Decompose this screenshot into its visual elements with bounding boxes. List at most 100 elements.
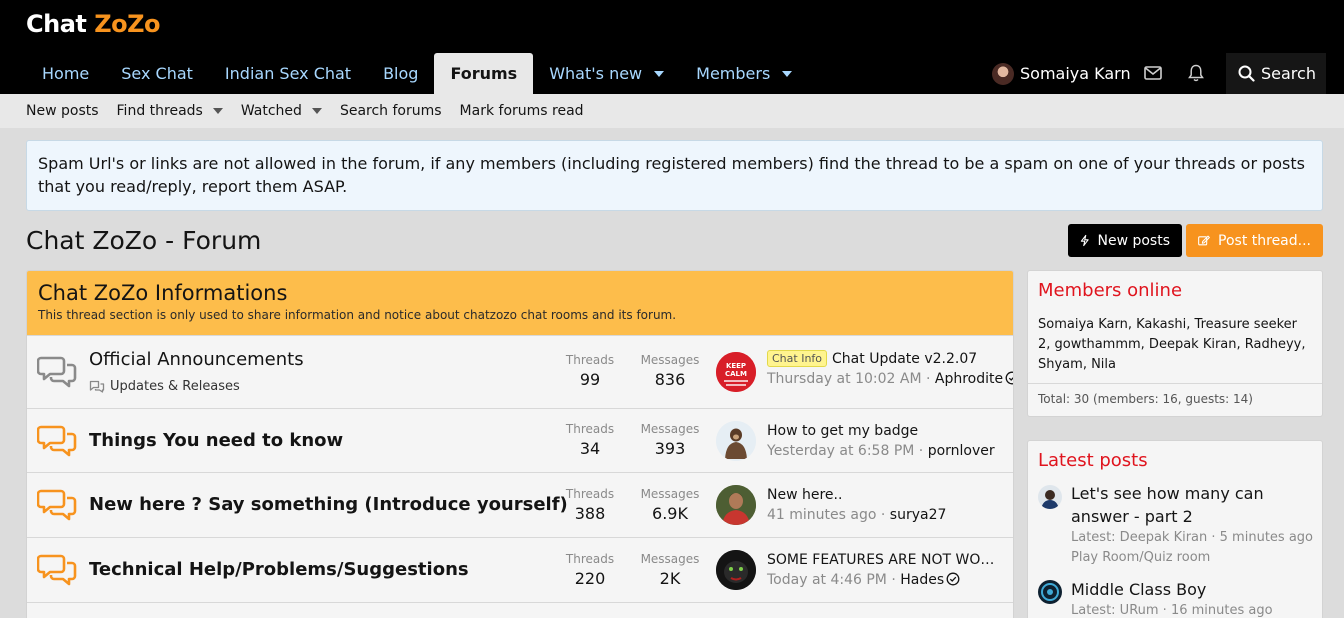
node-title[interactable]: New here ? Say something (Introduce your… [89,494,568,515]
nav-tab-whats-new[interactable]: What's new [533,53,680,94]
node-title[interactable]: Technical Help/Problems/Suggestions [89,559,469,580]
spam-notice: Spam Url's or links are not allowed in t… [26,140,1323,211]
verified-badge-icon [946,572,960,586]
messages-stat: Messages 836 [635,353,705,389]
page-title: Chat ZoZo - Forum [26,226,262,255]
subnav-new-posts[interactable]: New posts [26,103,99,119]
search-icon [1238,65,1255,82]
subnav-find-threads[interactable]: Find threads [117,103,223,119]
latest-thread-meta: Yesterday at 6:58 PM · pornlover [767,443,995,459]
stat-label: Messages [640,422,700,436]
site-logo[interactable]: Chat ZoZo [26,10,161,38]
latest-post-meta: Latest: Deepak Kiran · 5 minutes ago [1071,530,1313,545]
envelope-icon[interactable] [1142,62,1164,84]
nav-tab-label: Sex Chat [121,64,193,83]
threads-stat: Threads 220 [555,552,625,588]
category-title[interactable]: Chat ZoZo Informations [38,281,1002,305]
avatar[interactable] [716,421,756,461]
subnav-label: New posts [26,103,99,119]
forum-node-official-announcements: Official Announcements Updates & Release… [27,335,1013,408]
nav-tab-blog[interactable]: Blog [367,53,434,94]
members-online-block: Members online Somaiya Karn, Kakashi, Tr… [1027,270,1323,417]
latest-thread-time[interactable]: Yesterday at 6:58 PM [767,443,914,459]
stat-label: Threads [565,422,615,436]
latest-thread-time[interactable]: Thursday at 10:02 AM [767,371,922,387]
members-online-total-text: Total: 30 (members: 16, guests: 14) [1038,392,1253,406]
latest-thread-user[interactable]: pornlover [928,443,995,459]
chat-bubbles-icon [37,356,77,388]
lightning-icon [1080,234,1089,247]
latest-thread-title[interactable]: How to get my badge [767,423,918,439]
nav-tab-indian-sex-chat[interactable]: Indian Sex Chat [209,53,367,94]
subnav-mark-forums-read[interactable]: Mark forums read [460,103,584,119]
bell-icon[interactable] [1185,62,1207,84]
notice-text: Spam Url's or links are not allowed in t… [38,154,1305,196]
chat-bubbles-icon [37,554,77,586]
latest-post-title[interactable]: Let's see how many can answer - part 2 [1071,482,1322,528]
latest-thread-user[interactable]: Aphrodite [935,371,1003,387]
thread-prefix-badge: Chat Info [767,350,828,367]
search-button[interactable]: Search [1226,53,1326,94]
nav-tab-sex-chat[interactable]: Sex Chat [105,53,209,94]
stat-value: 393 [654,439,686,458]
stat-label: Messages [640,353,700,367]
messages-stat: Messages 2K [635,552,705,588]
chevron-down-icon[interactable] [212,108,223,114]
latest-thread-user[interactable]: surya27 [890,507,947,523]
latest-thread-time[interactable]: Today at 4:46 PM [767,572,887,588]
stat-value: 2K [659,569,681,588]
latest-thread-meta: Today at 4:46 PM · Hades [767,572,960,588]
subnav-label: Mark forums read [459,103,584,119]
latest-post-title[interactable]: Middle Class Boy [1071,578,1322,601]
stat-value: 836 [654,370,686,389]
subnav-label: Watched [240,103,302,119]
avatar[interactable]: KEEP CALM [716,352,756,392]
latest-thread-user[interactable]: Hades [900,572,944,588]
new-posts-button[interactable]: New posts [1068,224,1182,257]
post-thread-button[interactable]: Post thread... [1186,224,1323,257]
stat-label: Threads [565,552,615,566]
stat-value: 6.9K [652,504,688,523]
latest-thread-link[interactable]: Chat Info Chat Update v2.2.07 [767,350,977,367]
node-title[interactable]: Official Announcements [89,349,304,370]
chevron-down-icon[interactable] [654,70,665,77]
threads-stat: Threads 34 [555,422,625,458]
user-menu[interactable]: Somaiya Karn [992,53,1131,94]
chevron-down-icon[interactable] [782,70,793,77]
latest-thread-title[interactable]: New here.. [767,487,842,503]
svg-text:KEEP: KEEP [726,362,746,370]
nav-tab-forums[interactable]: Forums [434,53,534,94]
threads-stat: Threads 388 [555,487,625,523]
category-header: Chat ZoZo Informations This thread secti… [27,271,1013,335]
user-name: Somaiya Karn [1020,64,1131,83]
nav-tab-members[interactable]: Members [680,53,808,94]
subforum-link[interactable]: Updates & Releases [89,379,240,394]
latest-post-forum[interactable]: Play Room/Quiz room [1071,548,1322,568]
stat-value: 220 [574,569,606,588]
main-nav: Home Sex Chat Indian Sex Chat Blog Forum… [26,53,808,94]
latest-posts-title[interactable]: Latest posts [1028,441,1322,480]
edit-icon [1198,235,1210,246]
user-avatar [992,62,1014,85]
avatar[interactable] [716,550,756,590]
members-online-list[interactable]: Somaiya Karn, Kakashi, Treasure seeker 2… [1028,310,1322,383]
stat-value: 34 [579,439,601,458]
stat-label: Threads [565,353,615,367]
stat-label: Threads [565,487,615,501]
latest-thread-time[interactable]: 41 minutes ago [767,507,876,523]
nav-tab-home[interactable]: Home [26,53,105,94]
avatar[interactable] [716,485,756,525]
latest-thread-title[interactable]: SOME FEATURES ARE NOT WORKING [767,552,999,568]
messages-stat: Messages 6.9K [635,487,705,523]
chevron-down-icon[interactable] [311,108,322,114]
subnav-search-forums[interactable]: Search forums [340,103,442,119]
members-online-title[interactable]: Members online [1028,271,1322,310]
avatar[interactable] [1038,485,1062,509]
subnav-watched[interactable]: Watched [241,103,322,119]
forum-node-things-you-need-to-know: Things You need to know Threads 34 Messag… [27,408,1013,472]
avatar[interactable] [1038,580,1062,604]
verified-badge-icon [1005,371,1013,385]
node-title[interactable]: Things You need to know [89,430,343,451]
latest-thread-title: Chat Update v2.2.07 [832,351,978,367]
stat-value: 388 [574,504,606,523]
